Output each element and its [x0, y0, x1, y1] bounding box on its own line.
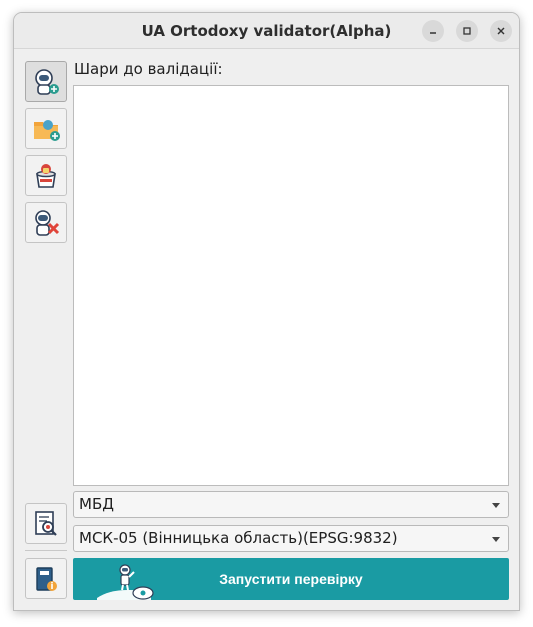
- maximize-button[interactable]: [456, 20, 478, 42]
- toolbar-separator: [25, 550, 67, 551]
- database-lock-icon: [36, 163, 56, 188]
- document-search-icon: [35, 510, 57, 536]
- crs-select[interactable]: МСК-05 (Вінницька область)(EPSG:9832): [73, 525, 509, 552]
- run-validation-button[interactable]: Запустити перевірку: [73, 558, 509, 600]
- remove-layer-button[interactable]: [25, 202, 67, 243]
- inspect-button[interactable]: [25, 503, 67, 544]
- folder-add-icon: [34, 119, 60, 141]
- title-bar[interactable]: UA Ortodoxy validator(Alpha): [14, 13, 519, 49]
- structure-select[interactable]: МБД: [73, 491, 509, 518]
- layers-label: Шари до валідації:: [74, 60, 223, 78]
- run-validation-label: Запустити перевірку: [219, 571, 363, 587]
- add-database-button[interactable]: [25, 155, 67, 196]
- chevron-down-icon: [492, 503, 500, 508]
- app-window: UA Ortodoxy validator(Alpha) Шари до вал…: [13, 12, 520, 611]
- add-layer-button[interactable]: [25, 61, 67, 102]
- crs-select-value: МСК-05 (Вінницька область)(EPSG:9832): [79, 529, 398, 547]
- minimize-icon: [430, 32, 436, 34]
- close-icon: [497, 27, 505, 35]
- maximize-icon: [463, 27, 471, 35]
- layers-list[interactable]: [73, 85, 509, 486]
- about-button[interactable]: [25, 558, 67, 599]
- close-button[interactable]: [490, 20, 512, 42]
- minimize-button[interactable]: [422, 20, 444, 42]
- astronaut-remove-icon: [35, 209, 60, 236]
- structure-select-value: МБД: [79, 495, 114, 513]
- chevron-down-icon: [492, 537, 500, 542]
- book-info-icon: [36, 566, 57, 591]
- astronaut-add-icon: [35, 68, 59, 95]
- add-folder-button[interactable]: [25, 108, 67, 149]
